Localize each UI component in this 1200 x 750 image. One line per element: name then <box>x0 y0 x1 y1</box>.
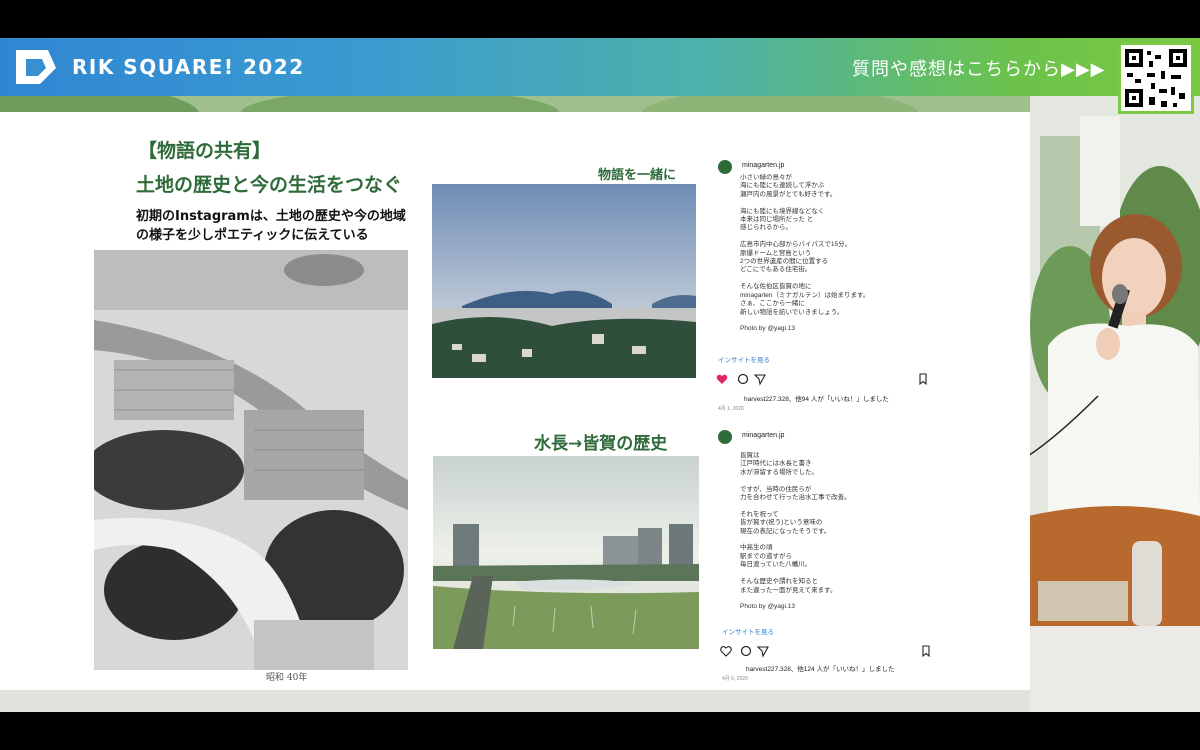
bookmark-icon <box>919 373 927 386</box>
post-username[interactable]: minagarten.jp <box>742 162 784 169</box>
rik-logo-icon <box>16 50 56 84</box>
post-likes: harvest227.328、他124 人が「いいね！」しました <box>746 666 895 673</box>
qr-code-icon <box>1125 49 1187 107</box>
post-date: 4月 1, 2020 <box>718 406 744 412</box>
story-label: 物語を一緒に <box>598 168 677 183</box>
bookmark-icon <box>922 645 930 658</box>
photo-handwritten-caption: 昭和 40年 <box>266 673 308 683</box>
feedback-prompt[interactable]: 質問や感想はこちらから▶▶▶ <box>852 55 1106 81</box>
post-avatar <box>718 430 732 444</box>
share-icon <box>756 646 769 658</box>
slide-heading: 土地の歴史と今の生活をつなぐ <box>136 174 403 196</box>
history-label: 水長→皆賀の歴史 <box>534 434 668 454</box>
event-banner: RIK SQUARE! 2022 質問や感想はこちらから▶▶▶ <box>0 38 1200 114</box>
like-heart-icon <box>720 646 732 657</box>
river-photo <box>433 456 699 649</box>
post-insight-link[interactable]: インサイトを見る <box>718 354 770 364</box>
event-title: RIK SQUARE! 2022 <box>72 55 305 79</box>
post-username[interactable]: minagarten.jp <box>742 432 784 439</box>
post-caption: 小さい緑の島々が 海にも陸にも連続して浮かぶ 瀬戸内の風景がとても好きです。 海… <box>740 174 870 333</box>
instagram-post-1: minagarten.jp 小さい緑の島々が 海にも陸にも連続して浮かぶ 瀬戸内… <box>716 160 932 414</box>
post-caption: 皆賀は 江戸時代には水長と書き 水が滞留する場所でした。 ですが、当時の住民らが… <box>740 452 851 611</box>
comment-icon <box>737 373 749 385</box>
instagram-post-2: minagarten.jp 皆賀は 江戸時代には水長と書き 水が滞留する場所でし… <box>716 430 932 686</box>
slide-description: 初期のInstagramは、土地の歴史や今の地域の様子を少しポエティックに伝えて… <box>136 209 406 243</box>
slide-heading-bracket: 【物語の共有】 <box>138 140 272 162</box>
speaker-video <box>1028 214 1200 626</box>
post-date: 4月 6, 2020 <box>722 676 748 682</box>
feedback-qr-code[interactable] <box>1118 42 1194 114</box>
post-likes: harvest227.328、他94 人が「いいね！」しました <box>744 396 889 403</box>
post-actions <box>716 372 932 386</box>
aerial-history-photo <box>94 250 408 670</box>
like-heart-icon <box>716 374 728 384</box>
post-insight-link[interactable]: インサイトを見る <box>722 626 774 636</box>
comment-icon <box>740 645 752 657</box>
share-icon <box>753 374 766 386</box>
post-actions <box>716 644 932 658</box>
post-avatar <box>718 160 732 174</box>
seto-landscape-photo <box>432 184 696 378</box>
